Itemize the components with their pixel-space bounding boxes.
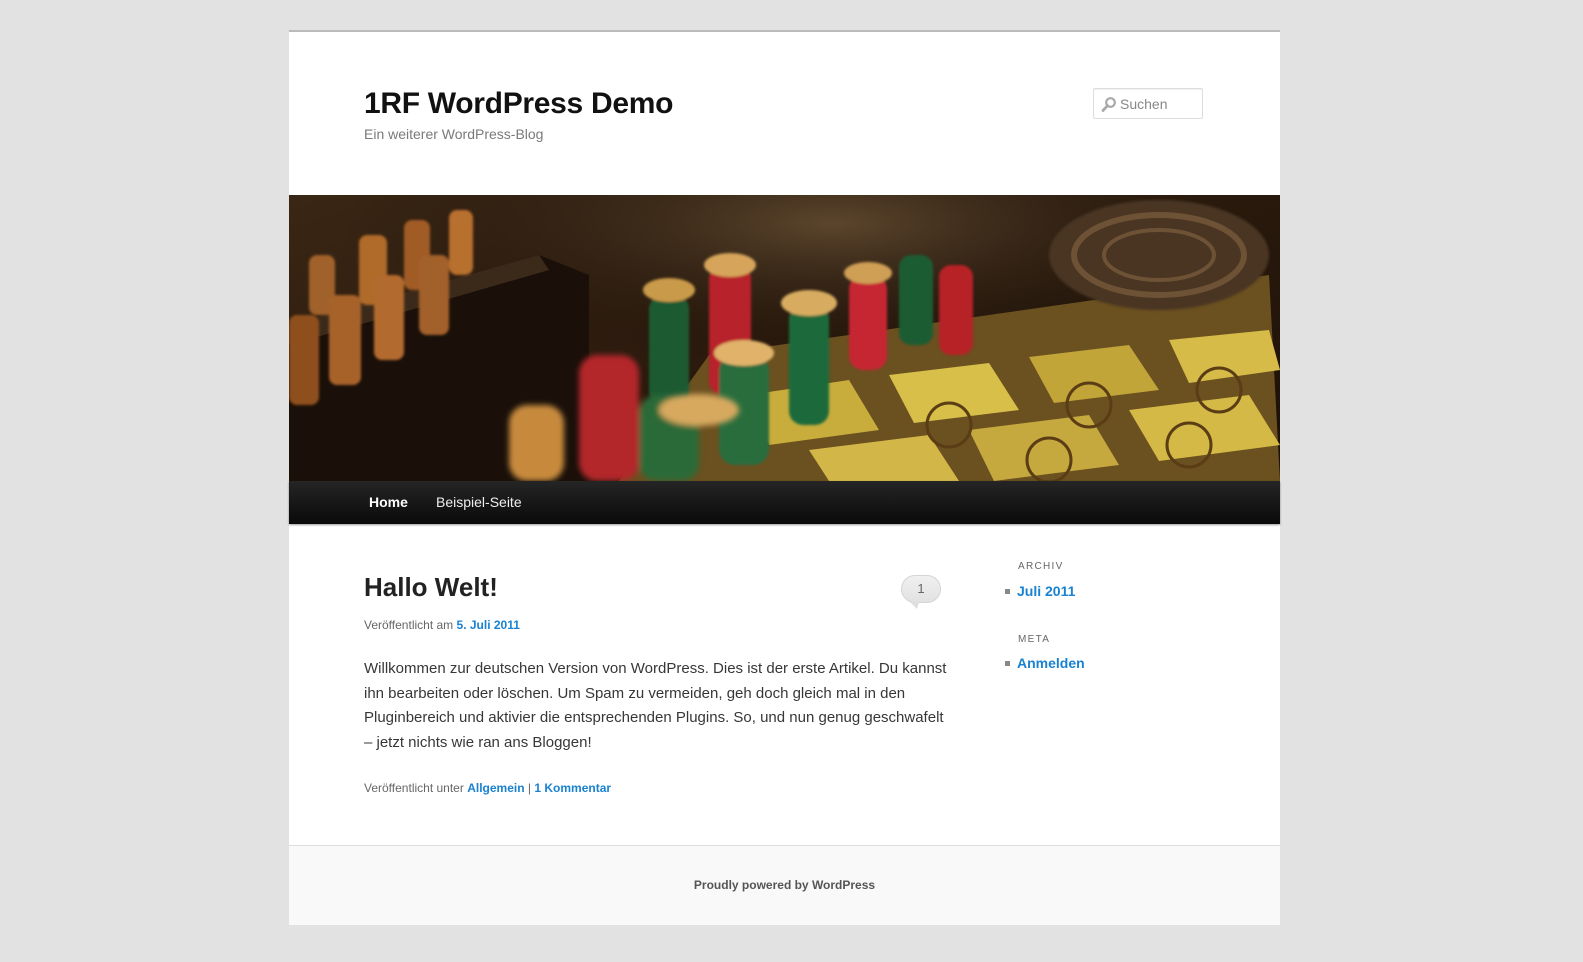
meta-list-item: Anmelden: [1005, 655, 1085, 671]
search-form[interactable]: [1093, 88, 1203, 119]
post-date-link[interactable]: 5. Juli 2011: [457, 618, 520, 632]
comments-link-label: Kommentar: [544, 781, 612, 795]
page-container: 1RF WordPress Demo Ein weiterer WordPres…: [289, 30, 1280, 925]
post-meta-prefix: Veröffentlicht am: [364, 618, 454, 632]
archive-link-juli-2011[interactable]: Juli 2011: [1017, 583, 1075, 599]
chess-board-photo: [289, 195, 1280, 481]
powered-by-link[interactable]: Proudly powered by WordPress: [694, 878, 875, 892]
post-title[interactable]: Hallo Welt!: [364, 572, 498, 603]
main-navigation: Home Beispiel-Seite: [289, 481, 1280, 524]
post-meta: Veröffentlicht am 5. Juli 2011: [364, 618, 520, 632]
search-input[interactable]: [1120, 93, 1200, 114]
post-content: Willkommen zur deutschen Version von Wor…: [364, 660, 947, 751]
post-footer: Veröffentlicht unter Allgemein | 1 Komme…: [364, 781, 611, 795]
comments-link-number: 1: [534, 781, 542, 795]
nav-item-home[interactable]: Home: [369, 494, 408, 510]
list-bullet: [1005, 660, 1010, 666]
meta-link-anmelden[interactable]: Anmelden: [1017, 655, 1085, 671]
archive-list-item: Juli 2011: [1005, 583, 1075, 599]
nav-item-beispiel-seite[interactable]: Beispiel-Seite: [436, 494, 522, 510]
site-footer: Proudly powered by WordPress: [289, 845, 1280, 925]
search-icon: [1101, 97, 1116, 112]
post-footer-prefix: Veröffentlicht unter: [364, 781, 464, 795]
comment-count-bubble[interactable]: 1: [901, 575, 941, 609]
widget-title-archive: ARCHIV: [1018, 561, 1064, 572]
widget-title-meta: META: [1018, 634, 1051, 645]
category-link[interactable]: Allgemein: [467, 781, 524, 795]
site-title[interactable]: 1RF WordPress Demo: [364, 87, 673, 121]
comments-link[interactable]: 1 Kommentar: [534, 781, 611, 795]
site-description: Ein weiterer WordPress-Blog: [364, 126, 544, 142]
list-bullet: [1005, 588, 1010, 594]
header-image[interactable]: [289, 195, 1280, 481]
footer-separator: |: [527, 781, 532, 795]
